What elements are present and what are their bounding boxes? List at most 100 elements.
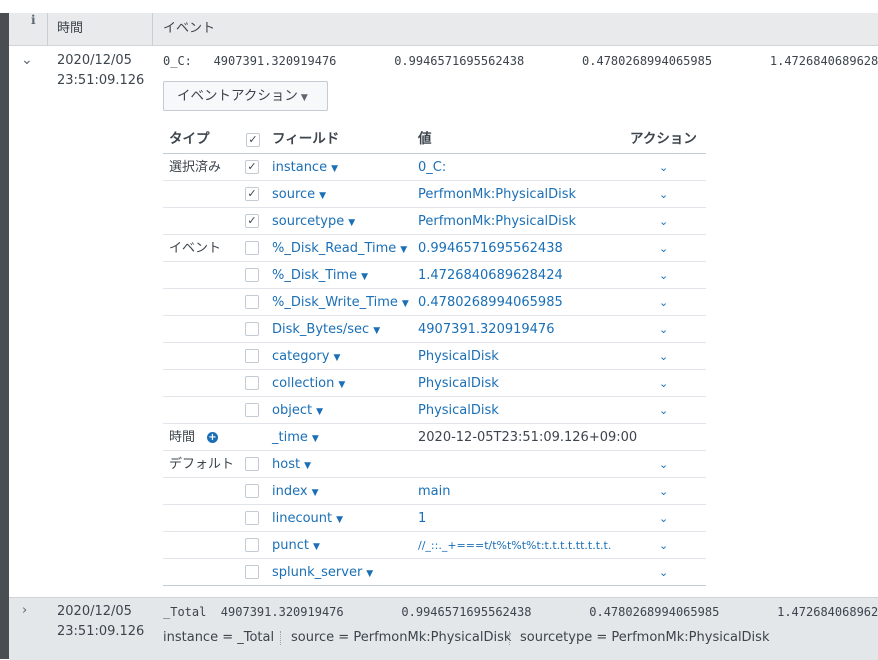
- field-row: index ▼ main ⌄: [163, 478, 706, 505]
- plus-circle-icon[interactable]: +: [207, 432, 218, 443]
- field-separator: [280, 631, 281, 645]
- event-actions-button[interactable]: イベントアクション ▼: [163, 81, 328, 111]
- field-pill-sourcetype[interactable]: sourcetype = PerfmonMk:PhysicalDisk: [520, 627, 769, 649]
- field-name-link[interactable]: punct ▼: [272, 532, 320, 561]
- caret-down-icon: ▼: [300, 93, 308, 103]
- field-select-checkbox[interactable]: [245, 295, 259, 309]
- field-value[interactable]: 0.9946571695562438: [418, 235, 563, 262]
- field-type-label: デフォルト: [169, 457, 235, 472]
- field-select-checkbox[interactable]: [245, 565, 259, 579]
- event-column-header: イベント: [163, 21, 216, 36]
- chevron-down-icon[interactable]: ⌄: [659, 235, 668, 262]
- field-select-checkbox[interactable]: ✓: [245, 160, 259, 174]
- chevron-down-icon[interactable]: ⌄: [659, 451, 668, 478]
- field-name-link[interactable]: instance ▼: [272, 154, 338, 183]
- field-row: collection ▼ PhysicalDisk ⌄: [163, 370, 706, 397]
- field-name-link[interactable]: index ▼: [272, 478, 319, 507]
- field-select-checkbox[interactable]: ✓: [245, 214, 259, 228]
- field-row: ✓ source ▼ PerfmonMk:PhysicalDisk ⌄: [163, 181, 706, 208]
- field-row: punct ▼ //_::._+===t/t%t%t%t:t.t.t.t.tt.t.…: [163, 532, 706, 559]
- field-name: index: [272, 484, 308, 499]
- field-row: splunk_server ▼ ⌄: [163, 559, 706, 586]
- chevron-down-icon[interactable]: ⌄: [659, 478, 668, 505]
- field-name-link[interactable]: linecount ▼: [272, 505, 343, 534]
- field-value[interactable]: 0.4780268994065985: [418, 289, 563, 316]
- field-select-checkbox[interactable]: [245, 457, 259, 471]
- chevron-down-icon[interactable]: ⌄: [659, 208, 668, 235]
- chevron-down-icon[interactable]: ⌄: [659, 559, 668, 586]
- caret-down-icon: ▼: [311, 434, 319, 444]
- caret-down-icon: ▼: [311, 488, 319, 498]
- field-name-link[interactable]: source ▼: [272, 181, 326, 210]
- field-value[interactable]: PerfmonMk:PhysicalDisk: [418, 208, 576, 235]
- field-name-link[interactable]: %_Disk_Time ▼: [272, 262, 368, 291]
- left-scroll-bar: [0, 13, 9, 659]
- field-value[interactable]: 4907391.320919476: [418, 316, 554, 343]
- chevron-down-icon[interactable]: ⌄: [21, 52, 33, 68]
- chevron-right-icon[interactable]: ›: [22, 603, 27, 618]
- field-column-header: フィールド: [272, 131, 340, 147]
- field-select-checkbox[interactable]: [245, 268, 259, 282]
- field-name-link[interactable]: host ▼: [272, 451, 311, 480]
- chevron-down-icon[interactable]: ⌄: [659, 154, 668, 181]
- time-column-header[interactable]: 時間: [57, 13, 83, 45]
- field-select-checkbox[interactable]: [245, 241, 259, 255]
- field-value[interactable]: PhysicalDisk: [418, 370, 499, 397]
- field-value[interactable]: 1: [418, 505, 426, 532]
- caret-down-icon: ▼: [400, 245, 408, 255]
- field-row: linecount ▼ 1 ⌄: [163, 505, 706, 532]
- info-icon[interactable]: i: [31, 13, 36, 27]
- field-select-checkbox[interactable]: [245, 376, 259, 390]
- field-select-checkbox[interactable]: [245, 349, 259, 363]
- chevron-down-icon[interactable]: ⌄: [659, 370, 668, 397]
- field-type-label: イベント: [169, 241, 222, 256]
- field-select-checkbox[interactable]: [245, 538, 259, 552]
- field-value[interactable]: PhysicalDisk: [418, 397, 499, 424]
- field-row: 選択済み ✓ instance ▼ 0_C: ⌄: [163, 154, 706, 181]
- field-name: %_Disk_Read_Time: [272, 241, 397, 256]
- field-name-link[interactable]: _time ▼: [272, 424, 319, 453]
- chevron-down-icon[interactable]: ⌄: [659, 316, 668, 343]
- field-select-checkbox[interactable]: ✓: [245, 187, 259, 201]
- field-name-link[interactable]: %_Disk_Write_Time ▼: [272, 289, 409, 318]
- field-name-link[interactable]: splunk_server ▼: [272, 559, 373, 588]
- chevron-down-icon[interactable]: ⌄: [659, 343, 668, 370]
- field-name-link[interactable]: category ▼: [272, 343, 340, 372]
- field-value[interactable]: main: [418, 478, 450, 505]
- field-name-link[interactable]: object ▼: [272, 397, 323, 426]
- field-name: object: [272, 403, 313, 418]
- field-name-link[interactable]: sourcetype ▼: [272, 208, 355, 237]
- event-row-collapsed: › 2020/12/05 23:51:09.126 _Total 4907391…: [9, 597, 878, 660]
- select-all-checkbox[interactable]: ✓: [246, 133, 260, 147]
- field-name-link[interactable]: Disk_Bytes/sec ▼: [272, 316, 380, 345]
- chevron-down-icon[interactable]: ⌄: [659, 532, 668, 559]
- field-select-checkbox[interactable]: [245, 322, 259, 336]
- field-pill-source[interactable]: source = PerfmonMk:PhysicalDisk: [291, 627, 511, 649]
- field-name-link[interactable]: %_Disk_Read_Time ▼: [272, 235, 407, 264]
- chevron-down-icon[interactable]: ⌄: [659, 505, 668, 532]
- event-time: 23:51:09.126: [57, 73, 145, 88]
- field-row: ✓ sourcetype ▼ PerfmonMk:PhysicalDisk ⌄: [163, 208, 706, 235]
- field-row: イベント %_Disk_Read_Time ▼ 0.9946571695562438 ⌄: [163, 235, 706, 262]
- field-key: source: [291, 630, 335, 645]
- field-type-label: 時間: [169, 430, 196, 445]
- caret-down-icon: ▼: [333, 353, 341, 363]
- field-value[interactable]: PhysicalDisk: [418, 343, 499, 370]
- field-value[interactable]: 1.4726840689628424: [418, 262, 563, 289]
- field-value[interactable]: //_::._+===t/t%t%t%t:t.t.t.t.tt.t.t.t.: [418, 532, 611, 559]
- caret-down-icon: ▼: [338, 380, 346, 390]
- field-name: host: [272, 457, 301, 472]
- value-column-header: 値: [418, 131, 432, 147]
- chevron-down-icon[interactable]: ⌄: [659, 289, 668, 316]
- field-name-link[interactable]: collection ▼: [272, 370, 345, 399]
- field-select-checkbox[interactable]: [245, 484, 259, 498]
- field-value[interactable]: PerfmonMk:PhysicalDisk: [418, 181, 576, 208]
- field-select-checkbox[interactable]: [245, 403, 259, 417]
- field-name: collection: [272, 376, 335, 391]
- field-pill-instance[interactable]: instance = _Total: [163, 627, 274, 649]
- field-select-checkbox[interactable]: [245, 511, 259, 525]
- chevron-down-icon[interactable]: ⌄: [659, 262, 668, 289]
- chevron-down-icon[interactable]: ⌄: [659, 181, 668, 208]
- chevron-down-icon[interactable]: ⌄: [659, 397, 668, 424]
- field-value[interactable]: 0_C:: [418, 154, 446, 181]
